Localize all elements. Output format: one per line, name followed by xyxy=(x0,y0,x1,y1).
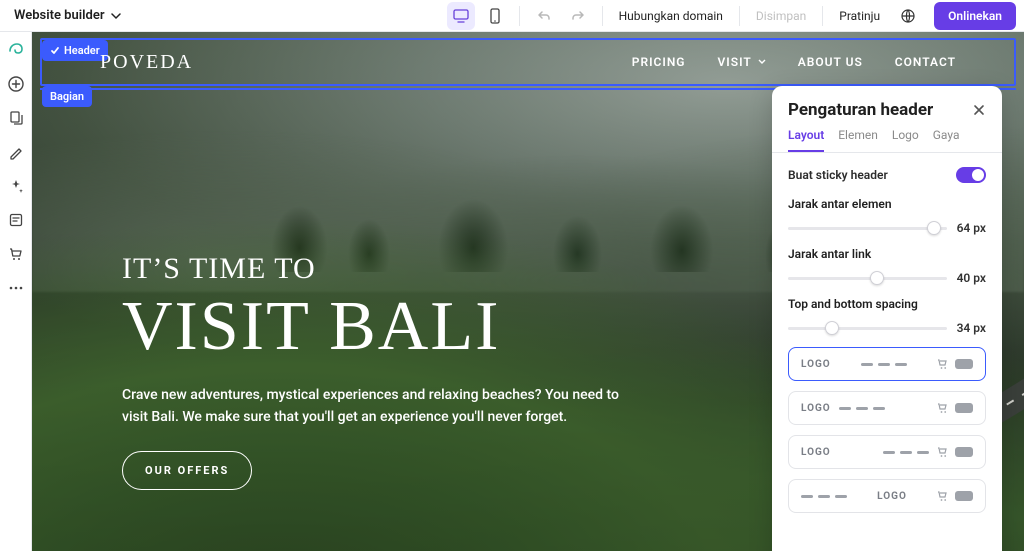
redo-icon xyxy=(571,10,585,22)
slider-label-2: Top and bottom spacing xyxy=(788,297,986,311)
layout-button-placeholder xyxy=(955,403,973,413)
rail-add-button[interactable] xyxy=(6,74,26,94)
sticky-header-toggle[interactable] xyxy=(956,167,986,183)
desktop-icon xyxy=(453,9,469,23)
slider-track-1[interactable] xyxy=(788,277,947,280)
layout-nav-placeholder xyxy=(883,451,929,454)
panel-title: Pengaturan header xyxy=(788,100,933,120)
pages-icon xyxy=(8,110,24,126)
sparkle-icon xyxy=(8,178,24,194)
chevron-down-icon xyxy=(111,11,121,21)
nav-about-us[interactable]: ABOUT US xyxy=(798,55,863,69)
left-rail xyxy=(0,32,32,551)
layout-nav-placeholder xyxy=(839,407,885,410)
slider-label-1: Jarak antar link xyxy=(788,247,986,261)
slider-track-2[interactable] xyxy=(788,327,947,330)
undo-button[interactable] xyxy=(530,2,558,30)
undo-icon xyxy=(537,10,551,22)
slider-label-0: Jarak antar elemen xyxy=(788,197,986,211)
editor-canvas[interactable]: Header Bagian POVEDA PRICING VISIT ABOUT… xyxy=(32,32,1024,551)
note-icon xyxy=(8,212,24,228)
hero-section[interactable]: IT’S TIME TO VISIT BALI Crave new advent… xyxy=(122,252,642,490)
connect-domain-button[interactable]: Hubungkan domain xyxy=(613,5,729,27)
layout-button-placeholder xyxy=(955,447,973,457)
caret-down-icon xyxy=(758,59,766,65)
cart-icon xyxy=(8,246,24,262)
section-selection-chip[interactable]: Bagian xyxy=(42,86,92,107)
tab-layout[interactable]: Layout xyxy=(788,128,824,152)
header-settings-panel: Pengaturan header Layout Elemen Logo Gay… xyxy=(772,86,1002,551)
app-dropdown[interactable]: Website builder xyxy=(8,4,127,27)
top-toolbar: Website builder Hubungkan domain Disimpa… xyxy=(0,0,1024,32)
slider-track-0[interactable] xyxy=(788,227,947,230)
slider-value-0: 64 px xyxy=(957,221,986,235)
hero-copy: Crave new adventures, mystical experienc… xyxy=(122,384,642,429)
rail-pages-button[interactable] xyxy=(6,108,26,128)
layout-option-logo-label: LOGO xyxy=(801,403,831,414)
layout-option-logo-label: LOGO xyxy=(801,359,831,370)
rail-more-button[interactable] xyxy=(6,278,26,298)
hero-cta-button[interactable]: OUR OFFERS xyxy=(122,451,252,490)
desktop-view-button[interactable] xyxy=(447,2,475,30)
layout-option-4[interactable]: LOGO xyxy=(788,479,986,513)
redo-button[interactable] xyxy=(564,2,592,30)
nav-contact[interactable]: CONTACT xyxy=(895,55,956,69)
mobile-icon xyxy=(490,8,500,24)
layout-option-1[interactable]: LOGO xyxy=(788,347,986,381)
rail-ai-button[interactable] xyxy=(6,176,26,196)
layout-cart-icon xyxy=(937,446,949,458)
preview-button[interactable]: Pratinju xyxy=(833,5,886,27)
hero-eyebrow: IT’S TIME TO xyxy=(122,252,642,286)
site-nav: PRICING VISIT ABOUT US CONTACT xyxy=(632,55,956,69)
globe-button[interactable] xyxy=(894,2,922,30)
panel-tabs: Layout Elemen Logo Gaya xyxy=(772,128,1002,153)
sticky-header-label: Buat sticky header xyxy=(788,168,888,182)
layout-option-3[interactable]: LOGO xyxy=(788,435,986,469)
plus-circle-icon xyxy=(8,76,24,92)
rail-store-button[interactable] xyxy=(6,244,26,264)
site-logo[interactable]: POVEDA xyxy=(100,51,193,74)
rail-styles-button[interactable] xyxy=(6,142,26,162)
styles-icon xyxy=(8,144,24,160)
rail-logo-button[interactable] xyxy=(6,40,26,60)
nav-pricing[interactable]: PRICING xyxy=(632,55,686,69)
layout-button-placeholder xyxy=(955,491,973,501)
site-header[interactable]: POVEDA PRICING VISIT ABOUT US CONTACT xyxy=(40,40,1016,84)
panel-close-button[interactable] xyxy=(972,103,986,117)
app-dropdown-label: Website builder xyxy=(14,8,105,23)
mobile-view-button[interactable] xyxy=(481,2,509,30)
slider-thumb-2[interactable] xyxy=(825,321,839,335)
close-icon xyxy=(972,103,986,117)
rail-blog-button[interactable] xyxy=(6,210,26,230)
publish-button[interactable]: Onlinekan xyxy=(934,2,1016,30)
layout-button-placeholder xyxy=(955,359,973,369)
layout-option-logo-label: LOGO xyxy=(801,447,831,458)
tab-gaya[interactable]: Gaya xyxy=(933,128,960,152)
tab-logo[interactable]: Logo xyxy=(892,128,919,152)
globe-icon xyxy=(901,9,915,23)
layout-option-logo-label: LOGO xyxy=(877,491,907,502)
slider-value-2: 34 px xyxy=(957,321,986,335)
layout-nav-placeholder xyxy=(801,495,847,498)
tab-elemen[interactable]: Elemen xyxy=(838,128,878,152)
layout-cart-icon xyxy=(937,358,949,370)
layout-cart-icon xyxy=(937,402,949,414)
layout-cart-icon xyxy=(937,490,949,502)
more-icon xyxy=(8,286,24,290)
nav-visit-label: VISIT xyxy=(718,55,752,69)
saved-status: Disimpan xyxy=(750,5,812,27)
hero-headline: VISIT BALI xyxy=(122,292,642,362)
layout-option-2[interactable]: LOGO xyxy=(788,391,986,425)
nav-visit[interactable]: VISIT xyxy=(718,55,766,69)
slider-value-1: 40 px xyxy=(957,271,986,285)
swirl-icon xyxy=(7,41,25,59)
layout-nav-placeholder xyxy=(861,363,907,366)
slider-thumb-0[interactable] xyxy=(927,221,941,235)
slider-thumb-1[interactable] xyxy=(870,271,884,285)
